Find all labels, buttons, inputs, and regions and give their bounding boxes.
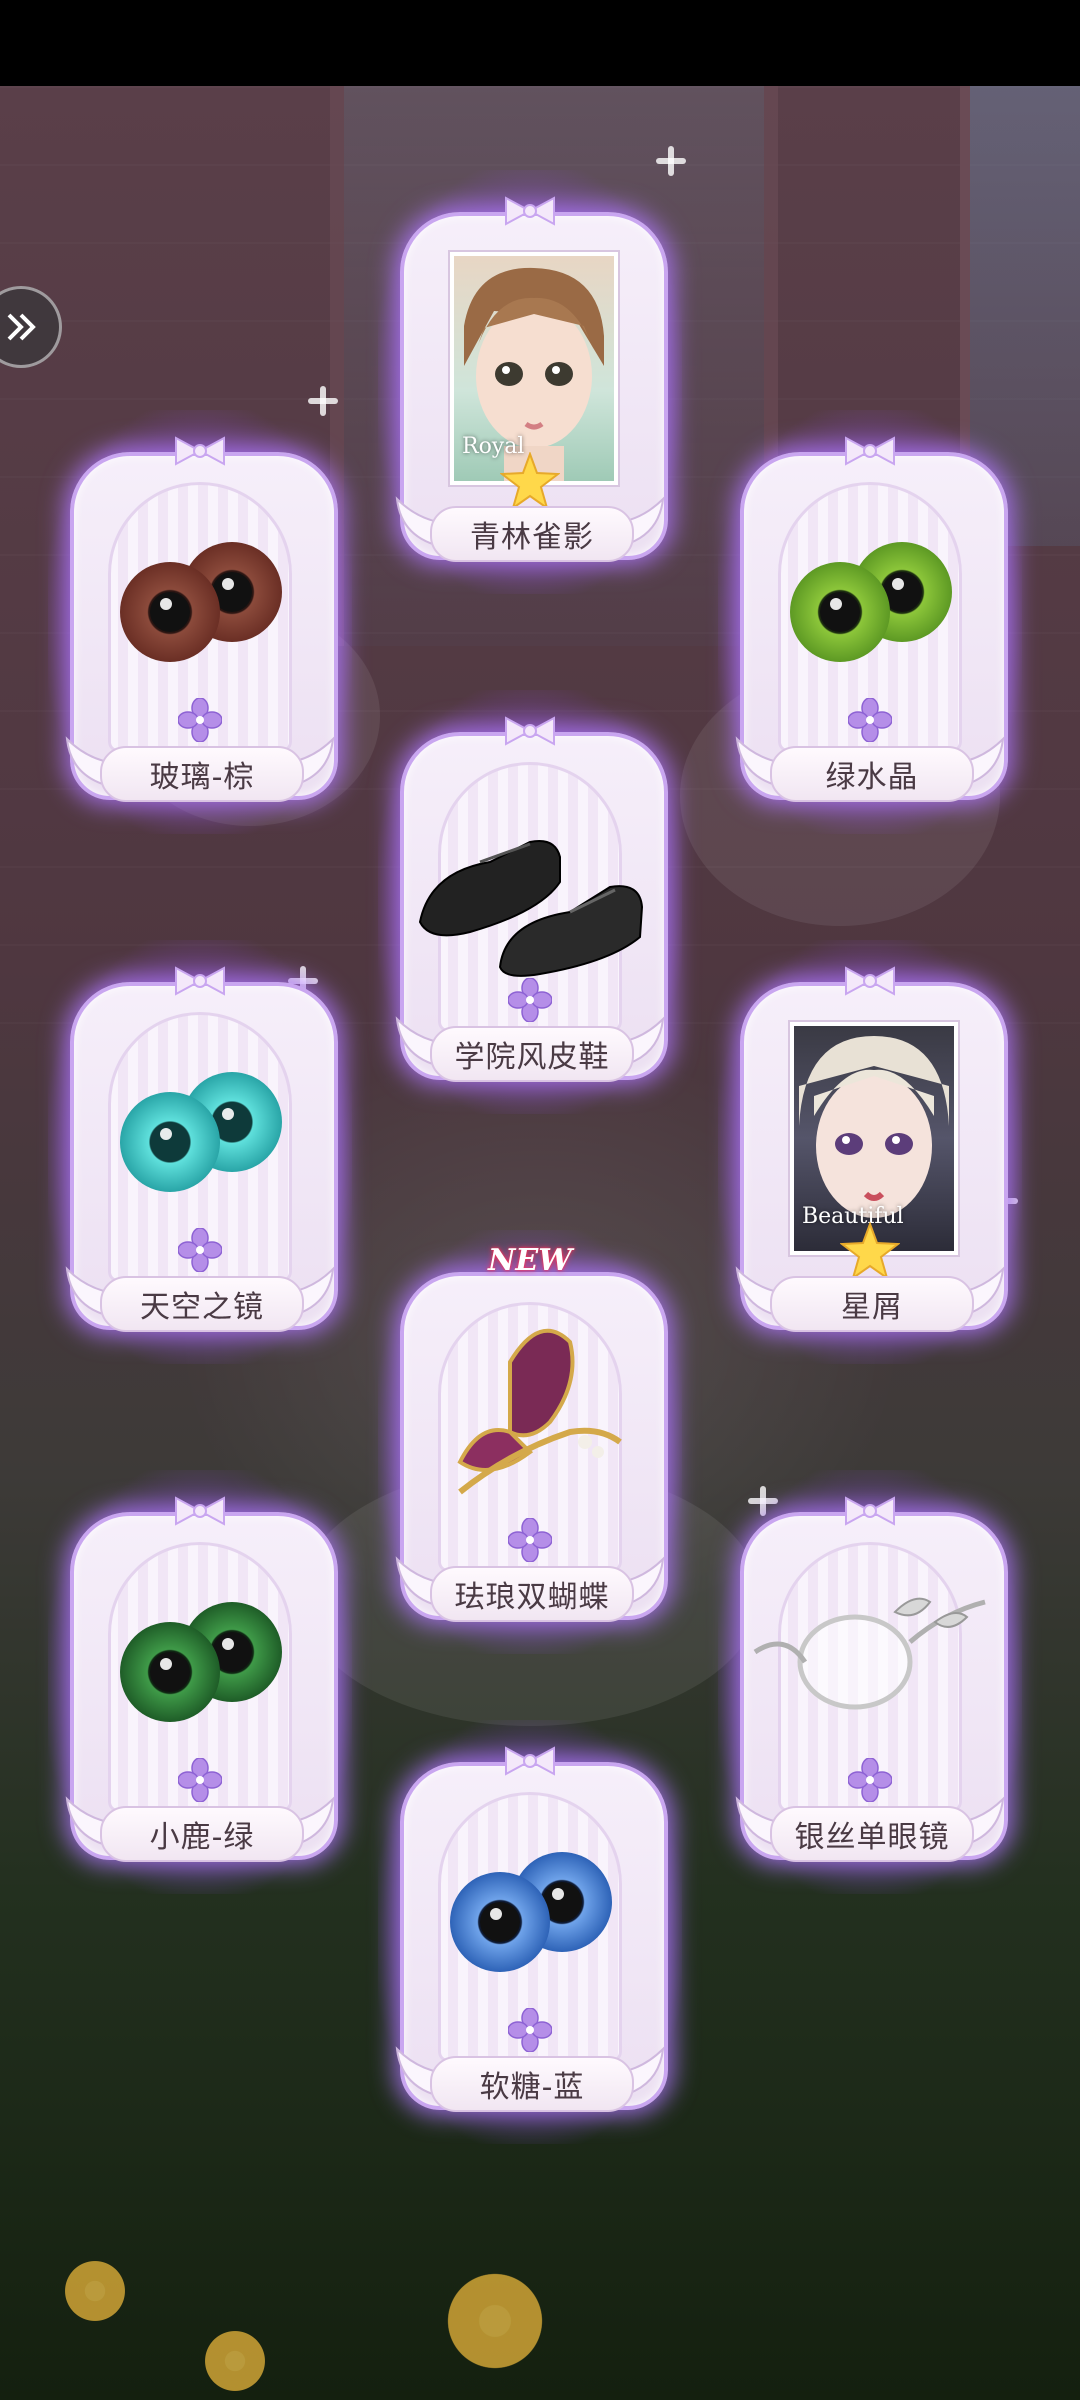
reward-card[interactable]: 学院风皮鞋 (378, 690, 682, 1114)
fast-forward-icon (7, 313, 36, 341)
shoes-image (418, 840, 644, 977)
item-name: 银丝单眼镜 (770, 1806, 974, 1862)
reward-card[interactable]: Beautiful 星屑 (718, 940, 1022, 1364)
flower-rarity-icon (178, 1758, 222, 1802)
item-name: 学院风皮鞋 (430, 1026, 634, 1082)
bow-ornament (175, 966, 225, 996)
flower-rarity-icon (508, 1518, 552, 1562)
item-name: 星屑 (770, 1276, 974, 1332)
flower-rarity-icon (508, 2008, 552, 2052)
bow-ornament (845, 1496, 895, 1526)
item-name: 玻璃-棕 (100, 746, 304, 802)
item-name: 珐琅双蝴蝶 (430, 1566, 634, 1622)
sparkle (656, 146, 686, 176)
item-name: 绿水晶 (770, 746, 974, 802)
reward-card[interactable]: Royal 青林雀影 (378, 170, 682, 594)
bow-ornament (845, 436, 895, 466)
item-name: 青林雀影 (430, 506, 634, 562)
flower-rarity-icon (848, 1758, 892, 1802)
bow-ornament (845, 966, 895, 996)
reward-card[interactable]: 小鹿-绿 (48, 1470, 352, 1894)
item-name: 软糖-蓝 (430, 2056, 634, 2112)
ground-flower (60, 2256, 130, 2326)
reward-card[interactable]: 玻璃-棕 (48, 410, 352, 834)
ground-flower (200, 2326, 270, 2396)
star-rarity-icon (840, 1222, 900, 1280)
item-portrait: Beautiful (790, 1022, 958, 1255)
star-rarity-icon (500, 452, 560, 510)
butterfly-brooch-image (457, 1328, 622, 1495)
eye-lens-image (110, 1602, 290, 1722)
flower-rarity-icon (508, 978, 552, 1022)
reward-card[interactable]: 软糖-蓝 (378, 1720, 682, 2144)
eye-lens-image (110, 1072, 290, 1192)
item-portrait: Royal (450, 252, 618, 485)
sparkle (308, 386, 338, 416)
bow-ornament (175, 436, 225, 466)
reward-card[interactable]: 天空之镜 (48, 940, 352, 1364)
reward-card[interactable]: 绿水晶 (718, 410, 1022, 834)
flower-rarity-icon (178, 698, 222, 742)
reward-card[interactable]: NEW 珐琅双蝴蝶 (378, 1230, 682, 1654)
flower-rarity-icon (848, 698, 892, 742)
item-name: 天空之镜 (100, 1276, 304, 1332)
eye-lens-image (780, 542, 960, 662)
bow-ornament (175, 1496, 225, 1526)
bow-ornament (505, 196, 555, 226)
status-bar (0, 0, 1080, 86)
item-name: 小鹿-绿 (100, 1806, 304, 1862)
bow-ornament (505, 716, 555, 746)
flower-rarity-icon (178, 1228, 222, 1272)
ground-flower (440, 2266, 550, 2376)
bow-ornament (505, 1746, 555, 1776)
eye-lens-image (440, 1852, 620, 1972)
eye-lens-image (110, 542, 290, 662)
monocle-image (753, 1597, 986, 1710)
new-badge: NEW (488, 1242, 572, 1278)
reward-card[interactable]: 银丝单眼镜 (718, 1470, 1022, 1894)
